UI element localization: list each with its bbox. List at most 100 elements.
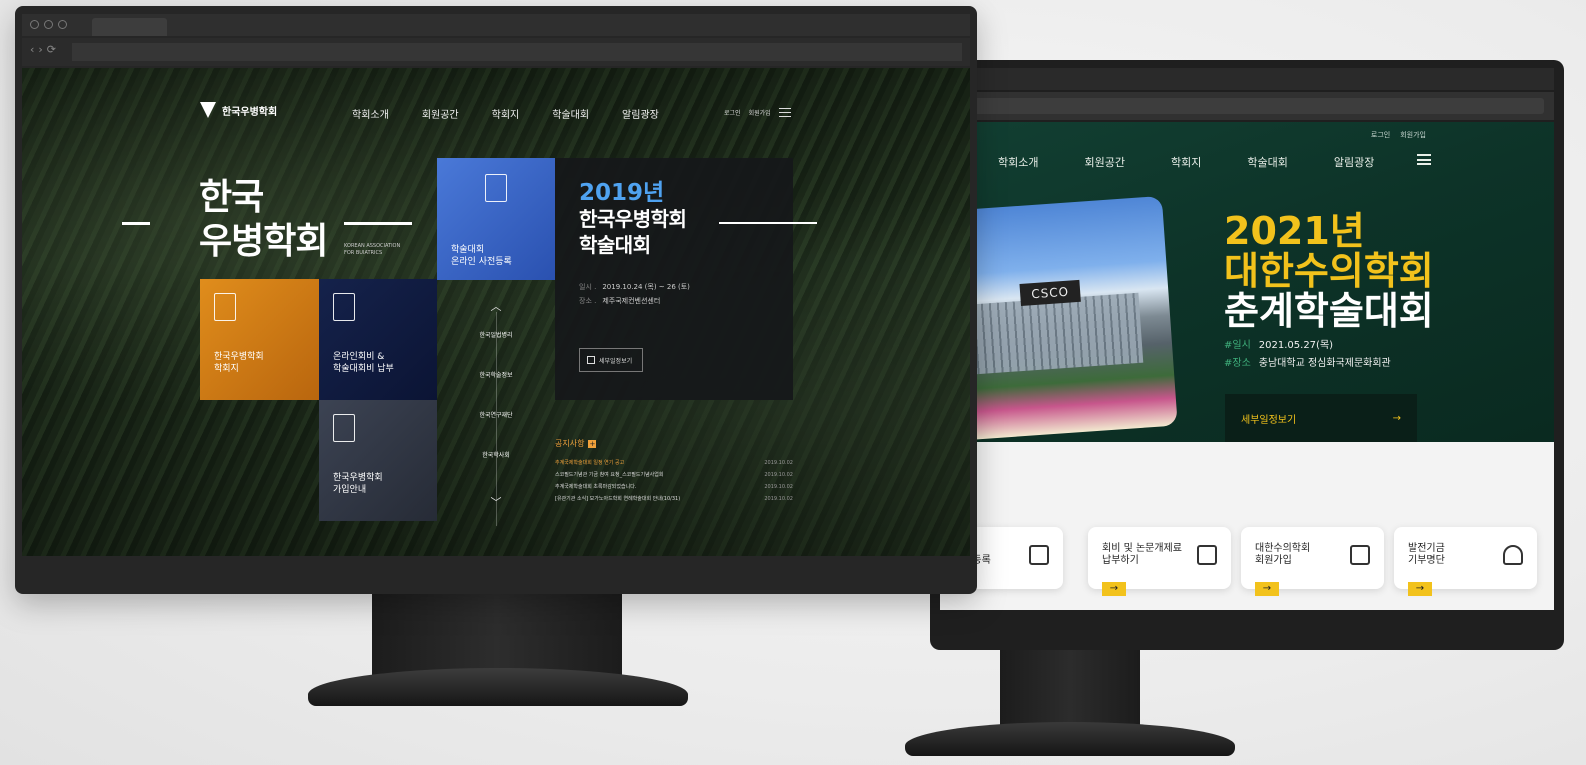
event-place-value: 제주국제컨벤션센터 [602, 297, 661, 305]
front-browser-tabbar [22, 14, 970, 36]
event-place-row: #장소 충남대학교 정심화국제문화회관 [1224, 355, 1391, 373]
tile-join-guide[interactable]: 한국우병학회 가입안내 [319, 400, 437, 521]
hero-english-line2: FOR BUIATRICS [344, 250, 383, 256]
event-date-row: 일시 . 2019.10.24 (목) ~ 26 (토) [579, 280, 769, 294]
menu-icon[interactable] [1417, 154, 1431, 165]
nav-item-about[interactable]: 학회소개 [998, 154, 1038, 170]
nav-item-members[interactable]: 회원공간 [1084, 154, 1124, 170]
login-link[interactable]: 로그인 [1371, 130, 1390, 140]
login-link[interactable]: 로그인 [724, 108, 741, 117]
tile-line1: 한국우병학회 [214, 352, 264, 362]
signup-link[interactable]: 회원가입 [749, 108, 771, 117]
wallet-icon [1197, 545, 1217, 565]
event-title-line1: 대한수의학회 [1224, 248, 1434, 293]
journal-icon [214, 293, 236, 321]
tile-line2: 가입안내 [333, 485, 367, 495]
notice-item-text: 추계국제학술대회 일정 연기 공고 [555, 460, 625, 466]
event-title-line1: 한국우병학회 [579, 207, 687, 231]
nav-item-notice[interactable]: 알림광장 [1334, 154, 1374, 170]
front-browser-addressbar: ‹›⟳ [22, 38, 970, 66]
browser-nav-icons[interactable]: ‹›⟳ [30, 43, 60, 56]
browser-tab[interactable] [92, 18, 167, 36]
notebook-icon [333, 293, 355, 321]
related-links-line [496, 312, 497, 526]
nav-item-journal[interactable]: 학회지 [1171, 154, 1201, 170]
event-place-key: #장소 [1224, 358, 1251, 369]
menu-icon[interactable] [779, 108, 791, 117]
plus-icon[interactable]: + [588, 439, 597, 448]
building-shape [958, 292, 1144, 376]
back-website: 로그인 회원가입 학회소개 회원공간 학회지 학술대회 알림광장 CSCO 20… [940, 122, 1554, 610]
hero-title-line2: 우병학회 [199, 221, 328, 262]
back-util-links: 로그인 회원가입 [1371, 130, 1426, 140]
hero-english-name: KOREAN ASSOCIATION FOR BUIATRICS [344, 243, 400, 257]
tile-conference-registration[interactable]: 학술대회 온라인 사전등록 [437, 158, 555, 280]
event-info: #일시 2021.05.27(목) #장소 충남대학교 정심화국제문화회관 [1224, 337, 1391, 373]
notice-item-date: 2019.10.02 [764, 460, 793, 466]
event-title: 2021년 대한수의학회 춘계학술대회 [1224, 209, 1434, 332]
notice-board: 공지사항 + 추계국제학술대회 일정 연기 공고 2019.10.02 스코필드기… [555, 438, 793, 505]
notice-item[interactable]: [유관기관 소식] 모가노아드학회 연례학술대회 안내(10/31) 2019.1… [555, 493, 793, 505]
window-controls [30, 20, 67, 29]
signup-link[interactable]: 회원가입 [1400, 130, 1426, 140]
nav-item-journal[interactable]: 학회지 [492, 106, 520, 121]
notice-item-text: 스코필드기념관 기금 참여 요청_스코필드기념사업회 [555, 472, 664, 478]
quick-card-donation[interactable]: 발전기금 기부명단 → [1394, 527, 1537, 596]
front-url-field[interactable] [72, 43, 962, 61]
site-logo[interactable]: 한국우병학회 [200, 102, 277, 118]
minimize-window-icon[interactable] [44, 20, 53, 29]
tile-line2: 온라인 사전등록 [451, 257, 512, 267]
back-monitor-base [905, 722, 1235, 756]
quick-card-join[interactable]: 대한수의학회 회원가입 → [1241, 527, 1384, 596]
event-place-key: 장소 . [579, 297, 597, 305]
event-info: 일시 . 2019.10.24 (목) ~ 26 (토) 장소 . 제주국제컨벤션센… [579, 280, 769, 308]
logo-text: 한국우병학회 [222, 106, 278, 118]
title-dash-left [122, 222, 150, 225]
tile-line1: 한국우병학회 [333, 473, 383, 483]
front-util-links: 로그인 회원가입 [724, 108, 771, 117]
notice-item[interactable]: 추계국제학술대회 일정 연기 공고 2019.10.02 [555, 457, 793, 469]
back-url-field[interactable] [960, 98, 1544, 114]
tile-fee-payment[interactable]: 온라인회비 & 학술대회비 납부 [319, 279, 437, 400]
notice-item-text: [유관기관 소식] 모가노아드학회 연례학술대회 안내(10/31) [555, 496, 681, 502]
notice-item[interactable]: 스코필드기념관 기금 참여 요청_스코필드기념사업회 2019.10.02 [555, 469, 793, 481]
nav-item-about[interactable]: 학회소개 [352, 106, 389, 121]
nav-item-conference[interactable]: 학술대회 [552, 106, 589, 121]
sprout-icon [1503, 545, 1523, 565]
event-detail-button[interactable]: 세부일정보기 [579, 348, 643, 372]
arrow-right-icon: → [1255, 582, 1279, 596]
close-window-icon[interactable] [30, 20, 39, 29]
nav-item-conference[interactable]: 학술대회 [1247, 154, 1287, 170]
front-website: 한국우병학회 학회소개 회원공간 학회지 학술대회 알림광장 로그인 회원가입 … [22, 68, 970, 556]
arrow-right-icon: → [1408, 582, 1432, 596]
back-hero: 로그인 회원가입 학회소개 회원공간 학회지 학술대회 알림광장 CSCO 20… [940, 122, 1554, 443]
document-icon [485, 174, 507, 202]
event-date-value: 2019.10.24 (목) ~ 26 (토) [602, 283, 690, 291]
event-date-key: #일시 [1224, 340, 1251, 351]
nav-item-notice[interactable]: 알림광장 [622, 106, 659, 121]
front-monitor-chin [22, 556, 970, 586]
event-title-year: 2021년 [1224, 209, 1365, 253]
front-monitor-base [308, 668, 688, 706]
calendar-icon [587, 356, 595, 364]
quick-card-fee[interactable]: 회비 및 논문개제료 납부하기 → [1088, 527, 1231, 596]
tile-line2: 학회지 [214, 364, 239, 374]
event-detail-label: 세부일정보기 [599, 357, 633, 365]
hero-title-line1: 한국 [199, 177, 264, 218]
title-dash-right [344, 222, 412, 225]
detail-schedule-button[interactable]: 세부일정보기 → [1225, 394, 1417, 442]
tile-journal[interactable]: 한국우병학회 학회지 [200, 279, 319, 400]
maximize-window-icon[interactable] [58, 20, 67, 29]
front-main-nav: 학회소개 회원공간 학회지 학술대회 알림광장 [352, 106, 659, 121]
form-icon [1029, 545, 1049, 565]
quick-cards: 회사전등록 회비 및 논문개제료 납부하기 → 대한수의학회 회원가입 → 발전… [940, 527, 1554, 607]
notice-item-date: 2019.10.02 [764, 484, 793, 490]
event-place-row: 장소 . 제주국제컨벤션센터 [579, 294, 769, 308]
application-form-icon [333, 414, 355, 442]
event-panel: 2019년 한국우병학회 학술대회 일시 . 2019.10.24 (목) ~ 2… [555, 158, 817, 400]
event-title-line2: 학술대회 [579, 233, 651, 257]
hero-title: 한국 우병학회 [199, 176, 328, 264]
event-year: 2019년 [579, 180, 665, 206]
nav-item-members[interactable]: 회원공간 [422, 106, 459, 121]
notice-item[interactable]: 추계국제학술대회 초록마감되었습니다. 2019.10.02 [555, 481, 793, 493]
